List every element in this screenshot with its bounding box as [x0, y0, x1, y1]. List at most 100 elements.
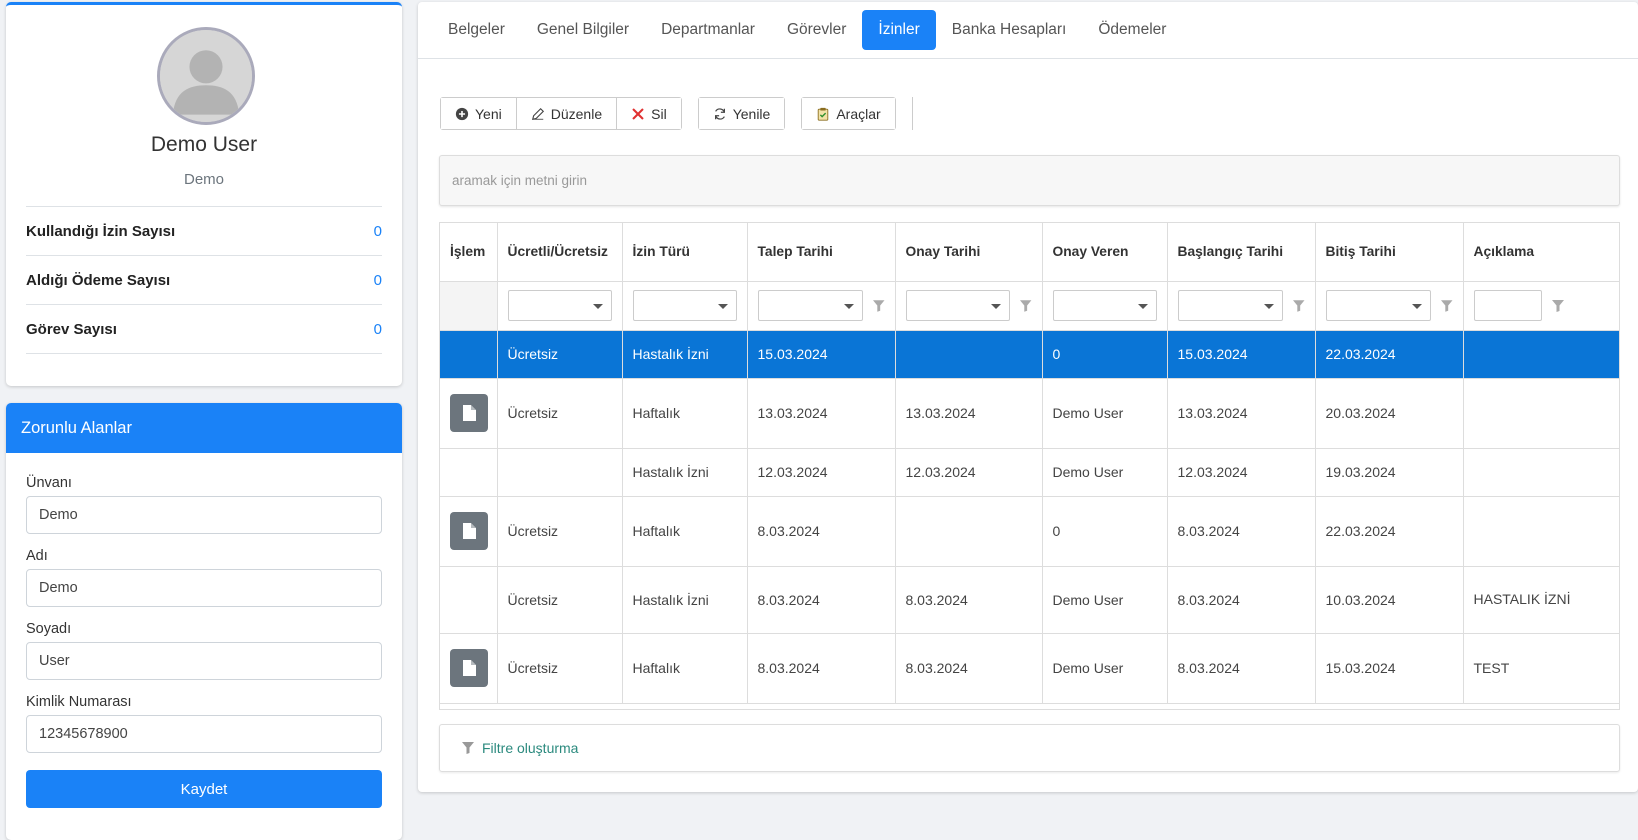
column-header[interactable]: İşlem: [440, 223, 498, 282]
document-button[interactable]: [450, 512, 488, 550]
end-date-filter-select[interactable]: [1325, 290, 1431, 321]
request-date-cell: 8.03.2024: [747, 496, 896, 567]
toolbar-separator: [911, 97, 913, 130]
table-row[interactable]: Ücretsiz Haftalık 8.03.2024 8.03.2024 De…: [440, 633, 1619, 704]
form-group-first-name: Adı: [26, 548, 382, 607]
column-header[interactable]: Açıklama: [1463, 223, 1619, 282]
document-icon: [462, 660, 476, 676]
table-row[interactable]: Hastalık İzni 12.03.2024 12.03.2024 Demo…: [440, 448, 1619, 497]
search-input[interactable]: aramak için metni girin: [439, 155, 1620, 206]
tab-departments[interactable]: Departmanlar: [645, 10, 771, 50]
table-row[interactable]: Ücretsiz Haftalık 13.03.2024 13.03.2024 …: [440, 378, 1619, 449]
new-button[interactable]: Yeni: [441, 98, 517, 129]
paid-cell: Ücretsiz: [497, 330, 623, 379]
approval-date-cell: 13.03.2024: [895, 378, 1043, 449]
first-name-field[interactable]: [26, 569, 382, 607]
filter-cell: [895, 281, 1043, 331]
request-date-cell: 8.03.2024: [747, 566, 896, 634]
start-date-cell: 8.03.2024: [1167, 566, 1316, 634]
document-button[interactable]: [450, 649, 488, 687]
title-field[interactable]: [26, 496, 382, 534]
leaves-grid: İşlem Ücretli/Ücretsiz İzin Türü Talep T…: [439, 222, 1620, 710]
funnel-icon[interactable]: [1441, 299, 1453, 312]
column-header[interactable]: Bitiş Tarihi: [1315, 223, 1464, 282]
profile-subtitle: Demo: [183, 171, 224, 188]
end-date-cell: 22.03.2024: [1315, 330, 1464, 379]
clipboard-check-icon: [818, 107, 829, 121]
action-cell: [440, 378, 498, 449]
table-row[interactable]: Ücretsiz Haftalık 8.03.2024 0 8.03.2024 …: [440, 496, 1619, 567]
field-label: Adı: [26, 548, 48, 564]
tab-general-info[interactable]: Genel Bilgiler: [521, 10, 645, 50]
approval-date-cell: 8.03.2024: [895, 566, 1043, 634]
table-row[interactable]: Ücretsiz Hastalık İzni 8.03.2024 8.03.20…: [440, 566, 1619, 634]
note-cell: [1463, 330, 1619, 379]
delete-button[interactable]: Sil: [617, 98, 681, 129]
approval-date-filter-select[interactable]: [905, 290, 1011, 321]
note-filter-input[interactable]: [1473, 290, 1542, 321]
funnel-icon[interactable]: [1293, 299, 1305, 312]
funnel-icon[interactable]: [873, 299, 885, 312]
form-group-id-number: Kimlik Numarası: [26, 694, 382, 753]
tab-leaves[interactable]: İzinler: [862, 10, 936, 50]
column-header[interactable]: Talep Tarihi: [747, 223, 896, 282]
column-header[interactable]: Ücretli/Ücretsiz: [497, 223, 623, 282]
plus-circle-icon: [455, 107, 469, 120]
paid-filter-select[interactable]: [507, 290, 612, 321]
funnel-icon[interactable]: [1551, 299, 1564, 312]
tab-tasks[interactable]: Görevler: [771, 10, 862, 50]
main-panel: Belgeler Genel Bilgiler Departmanlar Gör…: [418, 2, 1638, 792]
document-button[interactable]: [450, 394, 488, 432]
request-date-cell: 15.03.2024: [747, 330, 896, 379]
funnel-icon[interactable]: [1020, 299, 1032, 312]
stat-value[interactable]: 0: [374, 321, 382, 338]
last-name-field[interactable]: [26, 642, 382, 680]
request-date-filter-select[interactable]: [757, 290, 863, 321]
tab-documents[interactable]: Belgeler: [432, 10, 521, 50]
tools-label: Araçlar: [836, 105, 881, 122]
approver-cell: 0: [1042, 330, 1168, 379]
action-cell: [440, 633, 498, 704]
column-header[interactable]: İzin Türü: [622, 223, 748, 282]
column-header[interactable]: Başlangıç Tarihi: [1167, 223, 1316, 282]
approval-date-cell: 8.03.2024: [895, 633, 1043, 704]
paid-cell: Ücretsiz: [497, 496, 623, 567]
grid-header-row: İşlem Ücretli/Ücretsiz İzin Türü Talep T…: [440, 223, 1619, 282]
funnel-icon: [462, 742, 474, 754]
paid-cell: Ücretsiz: [497, 378, 623, 449]
form-body: Ünvanı Adı Soyadı Kimlik Numarası Kaydet: [6, 453, 402, 808]
stat-value[interactable]: 0: [374, 223, 382, 240]
toolbar: Yeni Düzenle Sil Yenile Araçlar: [440, 97, 913, 130]
table-row[interactable]: Ücretsiz Hastalık İzni 15.03.2024 0 15.0…: [440, 330, 1619, 379]
stat-item-payment-count: Aldığı Ödeme Sayısı 0: [26, 256, 382, 305]
filter-builder-link[interactable]: Filtre oluşturma: [439, 724, 1620, 772]
approval-date-cell: 12.03.2024: [895, 448, 1043, 497]
filter-cell: [747, 281, 896, 331]
x-icon: [632, 108, 644, 119]
start-date-filter-select[interactable]: [1177, 290, 1283, 321]
stat-item-task-count: Görev Sayısı 0: [26, 305, 382, 354]
type-filter-select[interactable]: [632, 290, 737, 321]
column-header[interactable]: Onay Tarihi: [895, 223, 1043, 282]
note-cell: [1463, 496, 1619, 567]
approver-filter-select[interactable]: [1052, 290, 1157, 321]
edit-button[interactable]: Düzenle: [516, 98, 618, 129]
save-button[interactable]: Kaydet: [26, 770, 382, 808]
refresh-button[interactable]: Yenile: [698, 98, 785, 129]
type-cell: Hastalık İzni: [622, 448, 748, 497]
id-number-field[interactable]: [26, 715, 382, 753]
filter-cell: [497, 281, 623, 331]
end-date-cell: 19.03.2024: [1315, 448, 1464, 497]
tab-payments[interactable]: Ödemeler: [1082, 10, 1182, 50]
tools-button[interactable]: Araçlar: [802, 98, 895, 129]
start-date-cell: 8.03.2024: [1167, 496, 1316, 567]
profile-card: Demo User Demo Kullandığı İzin Sayısı 0 …: [6, 2, 402, 386]
action-cell: [440, 566, 498, 634]
tab-bar: Belgeler Genel Bilgiler Departmanlar Gör…: [418, 2, 1638, 59]
stat-value[interactable]: 0: [374, 272, 382, 289]
tab-bank-accounts[interactable]: Banka Hesapları: [936, 10, 1083, 50]
approver-cell: Demo User: [1042, 448, 1168, 497]
column-header[interactable]: Onay Veren: [1042, 223, 1168, 282]
approver-cell: Demo User: [1042, 633, 1168, 704]
approval-date-cell: [895, 330, 1043, 379]
